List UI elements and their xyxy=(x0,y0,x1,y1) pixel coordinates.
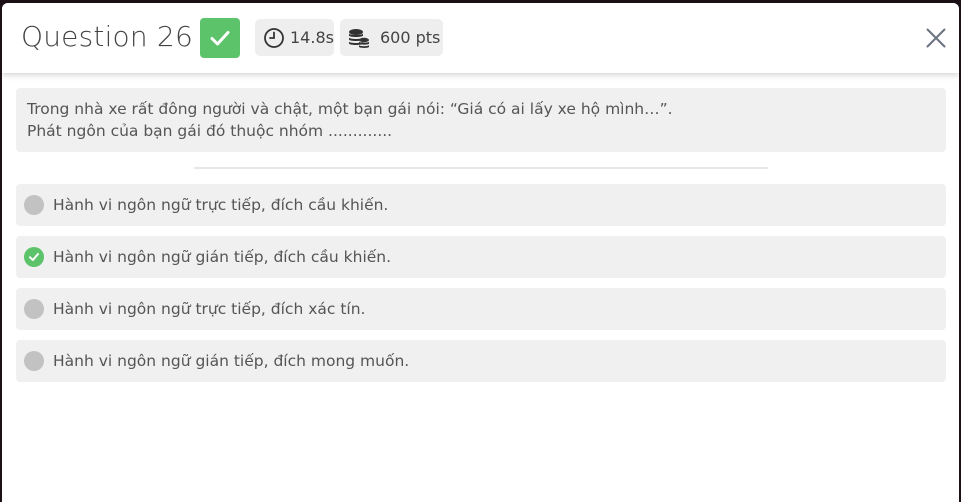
close-icon xyxy=(926,28,946,48)
question-modal: Question 26 14.8s 600 pts Trong nhà xe r… xyxy=(2,3,959,502)
option-label: Hành vi ngôn ngữ trực tiếp, đích xác tín… xyxy=(53,300,366,318)
points-badge: 600 pts xyxy=(340,19,443,56)
timer-badge: 14.8s xyxy=(255,19,334,56)
question-title: Question 26 xyxy=(21,20,193,53)
question-text: Trong nhà xe rất đông người và chật, một… xyxy=(16,88,946,152)
option-2[interactable]: Hành vi ngôn ngữ gián tiếp, đích cầu khi… xyxy=(16,236,946,278)
timer-value: 14.8s xyxy=(290,28,334,47)
option-3[interactable]: Hành vi ngôn ngữ trực tiếp, đích xác tín… xyxy=(16,288,946,330)
question-line-2: Phát ngôn của bạn gái đó thuộc nhóm ....… xyxy=(27,122,393,140)
points-value: 600 pts xyxy=(380,28,441,47)
unselected-circle-icon xyxy=(24,299,44,319)
check-icon xyxy=(210,31,230,46)
option-label: Hành vi ngôn ngữ gián tiếp, đích cầu khi… xyxy=(53,248,392,266)
unselected-circle-icon xyxy=(24,195,44,215)
option-label: Hành vi ngôn ngữ gián tiếp, đích mong mu… xyxy=(53,352,410,370)
question-line-1: Trong nhà xe rất đông người và chật, một… xyxy=(27,100,673,118)
option-4[interactable]: Hành vi ngôn ngữ gián tiếp, đích mong mu… xyxy=(16,340,946,382)
correct-badge xyxy=(200,18,240,58)
question-header: Question 26 14.8s 600 pts xyxy=(2,3,959,73)
coins-icon xyxy=(348,27,370,49)
clock-icon xyxy=(263,27,285,49)
option-label: Hành vi ngôn ngữ trực tiếp, đích cầu khi… xyxy=(53,196,389,214)
unselected-circle-icon xyxy=(24,351,44,371)
close-button[interactable] xyxy=(922,24,950,52)
divider xyxy=(194,167,768,169)
correct-check-icon xyxy=(24,247,44,267)
option-1[interactable]: Hành vi ngôn ngữ trực tiếp, đích cầu khi… xyxy=(16,184,946,226)
